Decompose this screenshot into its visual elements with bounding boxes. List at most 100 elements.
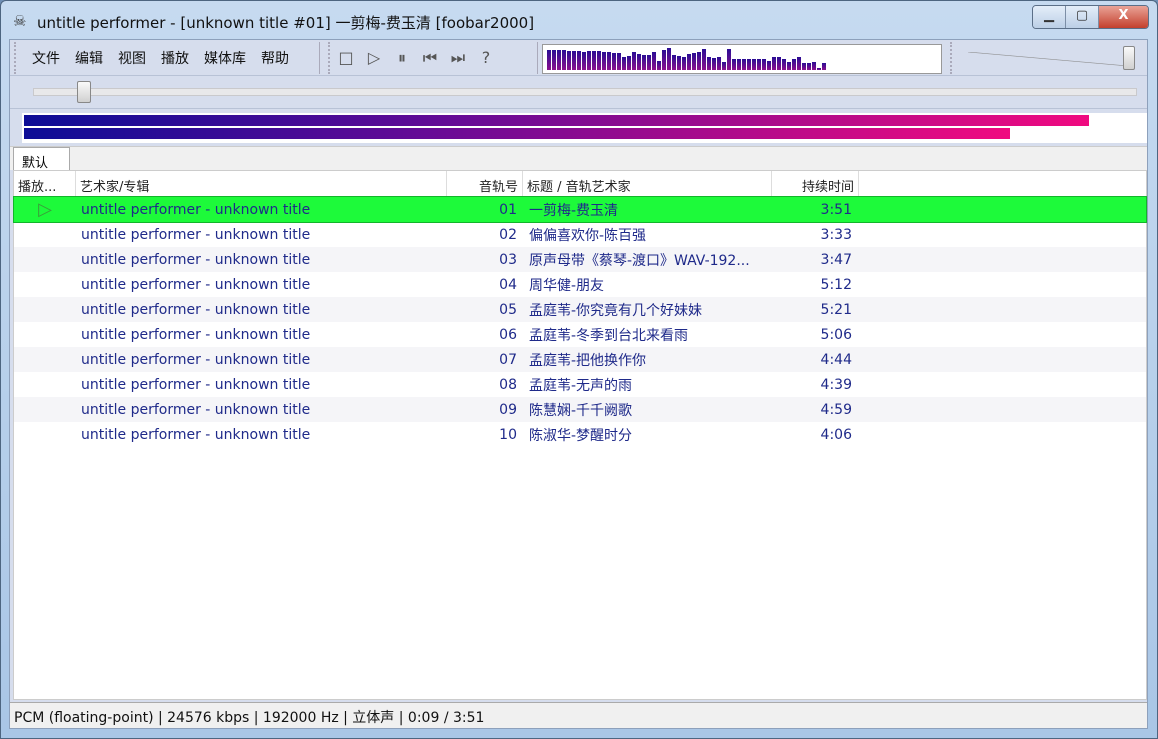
transport-controls: □ ▷ ⏸ ⏮ ⏭ ? <box>328 42 538 74</box>
volume-control <box>950 42 1145 74</box>
track-number-cell: 06 <box>499 326 517 343</box>
stop-icon[interactable]: □ <box>336 48 356 68</box>
spectrum-bar <box>662 50 666 70</box>
column-artist-album[interactable]: 艺术家/专辑 <box>76 171 447 196</box>
track-number-cell: 02 <box>499 226 517 243</box>
spectrum-bar <box>717 56 721 70</box>
seekbar-track[interactable] <box>33 88 1137 96</box>
spectrum-bar <box>772 56 776 70</box>
spectrum-bar <box>682 56 686 70</box>
artist-album-cell: untitle performer - unknown title <box>81 426 311 443</box>
table-row[interactable]: untitle performer - unknown title 09 陈慧娴-千… <box>14 397 1146 422</box>
menu-edit[interactable]: 编辑 <box>75 48 103 68</box>
column-title[interactable]: 标题 / 音轨艺术家 <box>523 171 772 196</box>
next-icon[interactable]: ⏭ <box>448 48 468 68</box>
spectrum-bar <box>617 52 621 70</box>
foobar-window: ☠ untitle performer - [unknown title #01… <box>0 0 1158 739</box>
previous-icon[interactable]: ⏮ <box>420 48 440 68</box>
artist-album-cell: untitle performer - unknown title <box>81 276 311 293</box>
spectrum-bar <box>622 56 626 70</box>
title-cell: 孟庭苇-无声的雨 <box>529 377 633 394</box>
volume-track[interactable] <box>968 52 1128 66</box>
menu-file[interactable]: 文件 <box>32 48 60 68</box>
volume-slider-thumb[interactable] <box>1123 46 1136 70</box>
table-row[interactable]: untitle performer - unknown title 10 陈淑华-梦… <box>14 422 1146 447</box>
duration-cell: 5:12 <box>820 276 852 293</box>
menu-playback[interactable]: 播放 <box>161 48 189 68</box>
table-row[interactable]: ▷ untitle performer - unknown title 01 一剪梅-… <box>13 196 1147 223</box>
spectrum-bar <box>637 54 641 70</box>
title-cell: 陈淑华-梦醒时分 <box>529 427 633 444</box>
title-cell: 一剪梅-费玉清 <box>529 202 619 219</box>
title-cell: 孟庭苇-把他换作你 <box>529 352 647 369</box>
close-button[interactable]: X <box>1099 6 1148 28</box>
spectrum-bar <box>577 51 581 70</box>
title-bar: ☠ untitle performer - [unknown title #01… <box>1 1 1157 39</box>
vu-left-channel <box>24 115 1089 126</box>
playlist-header: 播放... 艺术家/专辑 音轨号 标题 / 音轨艺术家 持续时间 <box>14 171 1146 197</box>
spectrum-bar <box>647 55 651 70</box>
duration-cell: 4:44 <box>820 351 852 368</box>
seekbar-thumb[interactable] <box>77 81 92 103</box>
pause-icon[interactable]: ⏸ <box>392 48 412 68</box>
playing-indicator-icon: ▷ <box>38 199 52 220</box>
spectrum-bar <box>557 50 561 70</box>
table-row[interactable]: untitle performer - unknown title 06 孟庭苇-冬… <box>14 322 1146 347</box>
spectrum-bar <box>697 52 701 70</box>
spectrum-bar <box>787 61 791 70</box>
spectrum-bar <box>692 53 696 70</box>
title-cell: 原声母带《蔡琴-渡口》WAV-192... <box>529 252 750 269</box>
spectrum-bar <box>627 55 631 70</box>
maximize-button[interactable]: ▢ <box>1066 6 1099 28</box>
menu-view[interactable]: 视图 <box>118 48 146 68</box>
artist-album-cell: untitle performer - unknown title <box>81 201 311 218</box>
spectrum-bar <box>762 59 766 70</box>
menu-bar: 文件 编辑 视图 播放 媒体库 帮助 <box>14 42 320 74</box>
spectrum-bar <box>742 58 746 70</box>
table-row[interactable]: untitle performer - unknown title 02 偏偏喜欢你… <box>14 222 1146 247</box>
spectrum-bar <box>747 58 751 70</box>
track-number-cell: 03 <box>499 251 517 268</box>
duration-cell: 5:06 <box>820 326 852 343</box>
spectrum-bar <box>767 61 771 70</box>
spectrum-bar <box>612 52 616 70</box>
spectrum-bar <box>707 56 711 70</box>
spectrum-bar <box>642 55 646 70</box>
track-number-cell: 09 <box>499 401 517 418</box>
table-row[interactable]: untitle performer - unknown title 03 原声母带《… <box>14 247 1146 272</box>
play-icon[interactable]: ▷ <box>364 48 384 68</box>
spectrum-visualizer <box>542 44 942 74</box>
artist-album-cell: untitle performer - unknown title <box>81 401 311 418</box>
spectrum-bar <box>817 68 821 70</box>
spectrum-bar <box>657 61 661 70</box>
spectrum-bar <box>677 56 681 70</box>
column-playing[interactable]: 播放... <box>14 171 76 196</box>
table-row[interactable]: untitle performer - unknown title 07 孟庭苇-把… <box>14 347 1146 372</box>
spectrum-bar <box>802 63 806 70</box>
column-duration[interactable]: 持续时间 <box>772 171 859 196</box>
duration-cell: 4:06 <box>820 426 852 443</box>
menu-help[interactable]: 帮助 <box>261 48 289 68</box>
table-row[interactable]: untitle performer - unknown title 05 孟庭苇-你… <box>14 297 1146 322</box>
toolbar: 文件 编辑 视图 播放 媒体库 帮助 □ ▷ ⏸ ⏮ ⏭ ? <box>10 40 1147 76</box>
spectrum-bar <box>812 61 816 70</box>
tab-default[interactable]: 默认 <box>13 147 70 172</box>
spectrum-bar <box>712 57 716 70</box>
spectrum-bar <box>722 61 726 70</box>
spectrum-bar <box>702 49 706 70</box>
table-row[interactable]: untitle performer - unknown title 08 孟庭苇-无… <box>14 372 1146 397</box>
title-cell: 周华健-朋友 <box>529 277 605 294</box>
spectrum-bar <box>792 59 796 70</box>
playlist-tabs: 默认 <box>10 146 1147 172</box>
random-icon[interactable]: ? <box>476 48 496 68</box>
spectrum-bar <box>797 56 801 70</box>
column-track-no[interactable]: 音轨号 <box>447 171 523 196</box>
menu-library[interactable]: 媒体库 <box>204 48 246 68</box>
status-bar: PCM (floating-point) | 24576 kbps | 1920… <box>10 702 1147 728</box>
spectrum-bar <box>807 63 811 70</box>
minimize-button[interactable]: ▁ <box>1033 6 1066 28</box>
artist-album-cell: untitle performer - unknown title <box>81 326 311 343</box>
spectrum-bar <box>732 58 736 70</box>
table-row[interactable]: untitle performer - unknown title 04 周华健-朋… <box>14 272 1146 297</box>
artist-album-cell: untitle performer - unknown title <box>81 301 311 318</box>
